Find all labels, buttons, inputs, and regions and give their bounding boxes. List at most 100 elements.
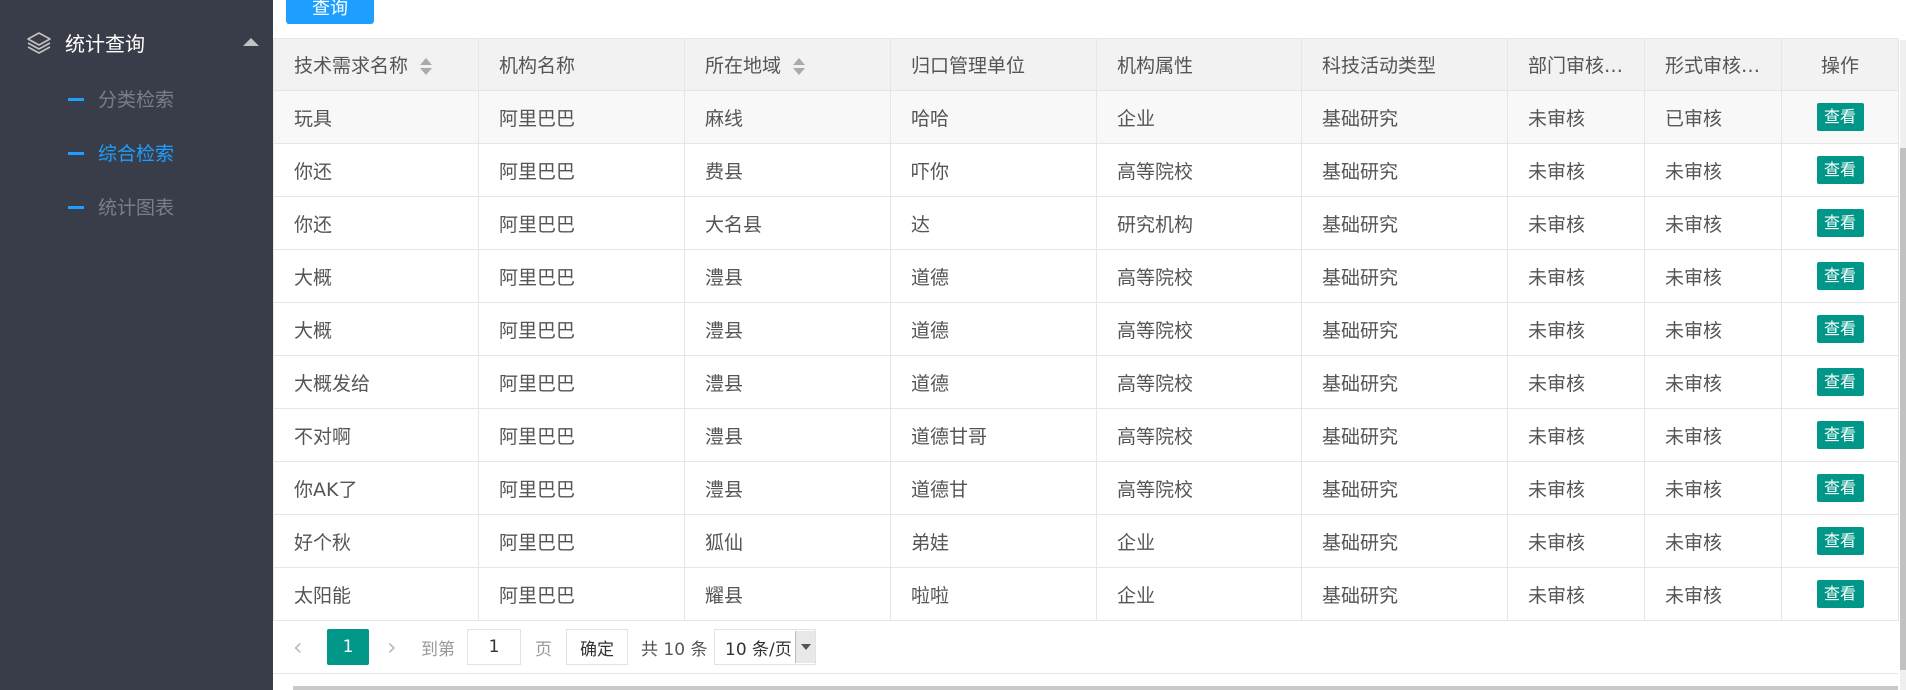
table-cell: 道德 [890,249,1097,303]
table-cell: 查看 [1781,355,1899,409]
table-cell: 哈哈 [890,90,1097,144]
table-cell: 未审核 [1644,461,1782,515]
table-cell: 未审核 [1644,143,1782,197]
table-row: 你AK了 阿里巴巴 澧县 道德甘 高等院校 基础研究 未审核 未审核 查看 [273,461,1899,515]
column-header-label: 机构属性 [1117,55,1194,77]
table-cell: 达 [890,196,1097,250]
table-cell: 啦啦 [890,567,1097,621]
table-cell: 道德 [890,302,1097,356]
view-button[interactable]: 查看 [1816,262,1864,290]
column-header-label: 机构名称 [499,55,576,77]
chevron-down-icon[interactable] [795,631,815,663]
table-cell: 未审核 [1507,355,1645,409]
table-cell: 高等院校 [1096,355,1302,409]
column-header: 操作 [1781,38,1899,91]
table-cell: 企业 [1096,90,1302,144]
sidebar-item-label: 分类检索 [98,89,175,111]
view-button[interactable]: 查看 [1816,474,1864,502]
table-cell: 查看 [1781,249,1899,303]
table-cell: 查看 [1781,567,1899,621]
table-cell: 企业 [1096,567,1302,621]
sidebar-item-category-search[interactable]: 分类检索 [0,72,273,126]
column-header-label: 所在地域 [705,55,782,77]
view-button[interactable]: 查看 [1816,103,1864,131]
column-header[interactable]: 技术需求名称 [273,38,479,91]
divider [273,673,1898,674]
table-cell: 阿里巴巴 [478,408,685,462]
table-cell: 未审核 [1507,408,1645,462]
sidebar-item-statistics-chart[interactable]: 统计图表 [0,180,273,234]
table-cell: 狐仙 [684,514,891,568]
prev-page-button[interactable]: ‹ [293,629,303,665]
table-cell: 未审核 [1644,408,1782,462]
table-cell: 不对啊 [273,408,479,462]
view-button[interactable]: 查看 [1816,421,1864,449]
total-count: 共 10 条 [641,639,708,660]
column-header-label: 形式审核… [1665,55,1761,77]
goto-label: 到第 [421,639,455,660]
table-cell: 阿里巴巴 [478,196,685,250]
table-row: 你还 阿里巴巴 大名县达研究机构 基础研究 未审核 未审核 查看 [273,196,1899,250]
column-header-label: 归口管理单位 [911,55,1026,77]
table-cell: 基础研究 [1301,90,1508,144]
query-button[interactable]: 查询 [286,0,374,24]
table-cell: 未审核 [1644,196,1782,250]
table-cell: 未审核 [1644,355,1782,409]
table-row: 你还 阿里巴巴 费县 吓你 高等院校 基础研究 未审核 未审核 查看 [273,143,1899,197]
view-button[interactable]: 查看 [1816,580,1864,608]
page-size-value: 10 条/页 [725,639,792,660]
table-cell: 未审核 [1507,143,1645,197]
table-cell: 未审核 [1507,90,1645,144]
table-cell: 未审核 [1507,302,1645,356]
table-cell: 未审核 [1644,514,1782,568]
column-header: 机构名称 [478,38,685,91]
caret-up-icon[interactable] [243,38,259,46]
confirm-button[interactable]: 确定 [566,629,628,665]
table-cell: 已审核 [1644,90,1782,144]
table-cell: 你还 [273,143,479,197]
table-cell: 基础研究 [1301,514,1508,568]
table-cell: 阿里巴巴 [478,355,685,409]
table-cell: 道德 [890,355,1097,409]
view-button[interactable]: 查看 [1816,156,1864,184]
table-cell: 未审核 [1507,249,1645,303]
table-cell: 基础研究 [1301,249,1508,303]
sidebar-group-header[interactable]: 统计查询 [0,14,273,70]
dash-icon [68,98,84,101]
sort-icon[interactable] [793,57,806,76]
view-button[interactable]: 查看 [1816,368,1864,396]
layers-icon [27,32,51,54]
table-cell: 高等院校 [1096,408,1302,462]
view-button[interactable]: 查看 [1816,315,1864,343]
data-table: 技术需求名称 机构名称 所在地域 归口管理单位 机构属性 科技活动类型 部门审核… [273,38,1899,621]
vertical-scrollbar[interactable] [1900,40,1906,690]
page-size-select[interactable]: 10 条/页 [714,629,816,665]
table-cell: 未审核 [1644,302,1782,356]
table-cell: 道德甘哥 [890,408,1097,462]
table-cell: 基础研究 [1301,461,1508,515]
table-row: 好个秋 阿里巴巴 狐仙 弟娃 企业 基础研究 未审核 未审核 查看 [273,514,1899,568]
column-header: 科技活动类型 [1301,38,1508,91]
sidebar-item-comprehensive-search[interactable]: 综合检索 [0,126,273,180]
table-cell: 企业 [1096,514,1302,568]
table-cell: 高等院校 [1096,461,1302,515]
sort-icon[interactable] [420,57,433,76]
current-page-button[interactable]: 1 [327,629,369,665]
next-page-button[interactable]: › [387,629,397,665]
table-cell: 大概发给 [273,355,479,409]
column-header-label: 部门审核… [1528,55,1624,77]
pagination: ‹ 1 › 到第 1 页 确定 共 10 条 10 条/页 [273,620,1173,670]
table-cell: 澧县 [684,461,891,515]
sidebar-item-label: 综合检索 [98,143,175,165]
scrollbar-thumb[interactable] [1900,148,1906,670]
table-cell: 耀县 [684,567,891,621]
column-header[interactable]: 所在地域 [684,38,891,91]
view-button[interactable]: 查看 [1816,209,1864,237]
table-cell: 查看 [1781,196,1899,250]
view-button[interactable]: 查看 [1816,527,1864,555]
goto-page-input[interactable]: 1 [467,629,521,665]
table-header-row: 技术需求名称 机构名称 所在地域 归口管理单位 机构属性 科技活动类型 部门审核… [273,38,1899,91]
table-cell: 未审核 [1644,249,1782,303]
table-cell: 麻线 [684,90,891,144]
horizontal-scrollbar[interactable] [293,686,1898,690]
